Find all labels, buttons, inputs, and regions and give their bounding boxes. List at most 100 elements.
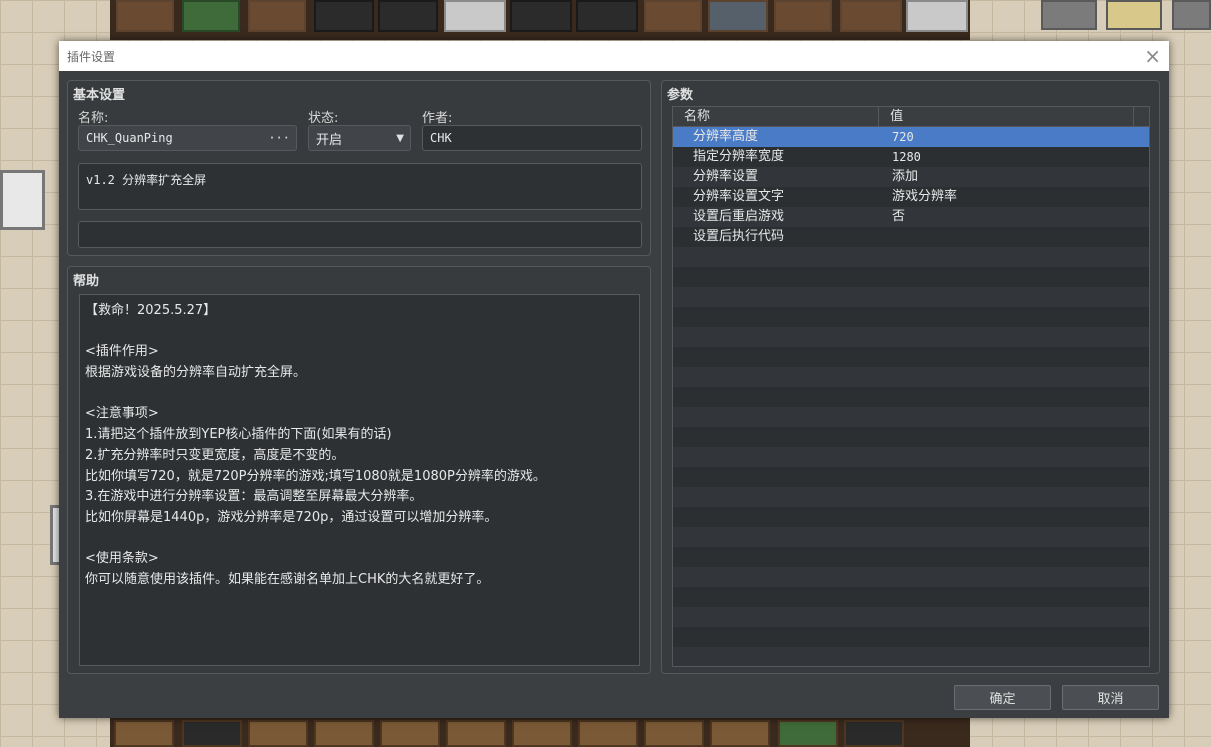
table-row-empty (673, 607, 1149, 627)
bg-tile (708, 0, 768, 32)
table-row-empty (673, 487, 1149, 507)
ok-button[interactable]: 确定 (954, 685, 1051, 710)
group-title-params: 参数 (667, 88, 694, 103)
bg-tile (182, 720, 242, 747)
bg-shelf (314, 720, 374, 747)
status-dropdown[interactable]: 开启 ▼ (308, 125, 411, 151)
table-row-empty (673, 567, 1149, 587)
param-name: 分辨率高度 (693, 129, 759, 144)
bg-tile (114, 720, 174, 747)
table-row-empty (673, 647, 1149, 666)
bg-tile (116, 0, 174, 32)
bg-shelf (644, 720, 704, 747)
help-line (85, 322, 634, 343)
table-row-empty (673, 587, 1149, 607)
help-line: 2.扩充分辨率时只变更宽度，高度是不变的。 (85, 447, 345, 463)
col-header-spacer (1134, 107, 1149, 126)
bg-tile (314, 0, 374, 32)
bg-tile (1041, 0, 1097, 30)
help-line: 你可以随意使用该插件。如果能在感谢名单加上CHK的大名就更好了。 (85, 571, 490, 587)
table-row[interactable]: 设置后重启游戏 否 (673, 207, 1149, 227)
table-row-empty (673, 627, 1149, 647)
group-title-help: 帮助 (73, 274, 100, 289)
help-line (85, 529, 634, 550)
table-row-empty (673, 407, 1149, 427)
help-text-area[interactable]: 【救命！2025.5.27】 <插件作用> 根据游戏设备的分辨率自动扩充全屏。 … (79, 294, 640, 666)
dialog-titlebar: 插件设置 × (59, 41, 1169, 71)
plugin-name-value: CHK_QuanPing (86, 131, 173, 145)
help-line: 1.请把这个插件放到YEP核心插件的下面(如果有的话) (85, 427, 392, 443)
table-row-empty (673, 427, 1149, 447)
help-line: 【救命！2025.5.27】 (85, 303, 217, 318)
table-row[interactable]: 指定分辨率宽度 1280 (673, 147, 1149, 167)
bg-tile (510, 0, 572, 32)
status-label: 状态: (308, 111, 339, 126)
description-value: v1.2 分辨率扩充全屏 (86, 173, 207, 187)
bg-tile (644, 0, 702, 32)
table-row-empty (673, 287, 1149, 307)
bg-shelf (380, 720, 440, 747)
param-name: 分辨率设置文字 (693, 189, 785, 204)
params-table-header: 名称 值 (673, 107, 1149, 127)
params-group: 参数 名称 值 分辨率高度 720 指定分辨率宽度 1280 分辨率设置 添加 (661, 80, 1160, 674)
table-row-empty (673, 547, 1149, 567)
bg-tile (378, 0, 438, 32)
bg-tile (444, 0, 506, 32)
author-value: CHK (430, 131, 452, 145)
dialog-title: 插件设置 (67, 49, 116, 64)
extra-field[interactable] (78, 221, 642, 248)
param-value (880, 227, 892, 247)
bg-tile (1172, 0, 1211, 30)
help-group: 帮助 【救命！2025.5.27】 <插件作用> 根据游戏设备的分辨率自动扩充全… (67, 266, 651, 674)
bg-tile (906, 0, 968, 32)
plugin-name-select[interactable]: CHK_QuanPing ··· (78, 125, 297, 151)
bg-shelf (578, 720, 638, 747)
table-row[interactable]: 分辨率高度 720 (673, 127, 1149, 147)
close-icon[interactable]: × (1144, 46, 1161, 66)
bg-shelf (710, 720, 770, 747)
bg-side-panel (0, 170, 45, 230)
help-line: 比如你屏幕是1440p，游戏分辨率是720p，通过设置可以增加分辨率。 (85, 509, 498, 525)
bg-tile (248, 0, 306, 32)
bg-tile (778, 720, 838, 747)
table-row-empty (673, 387, 1149, 407)
table-row-empty (673, 307, 1149, 327)
help-line: 3.在游戏中进行分辨率设置：最高调整至屏幕最大分辨率。 (85, 489, 423, 505)
description-field[interactable]: v1.2 分辨率扩充全屏 (78, 163, 642, 210)
name-label: 名称: (78, 111, 109, 126)
table-row[interactable]: 设置后执行代码 (673, 227, 1149, 247)
cancel-button[interactable]: 取消 (1062, 685, 1159, 710)
author-label: 作者: (422, 111, 453, 126)
plugin-settings-dialog: 插件设置 × 基本设置 名称: 状态: 作者: CHK_QuanPing ···… (59, 41, 1169, 718)
bg-shelf (446, 720, 506, 747)
help-line (85, 384, 634, 405)
table-row-empty (673, 327, 1149, 347)
param-value: 添加 (892, 169, 919, 184)
bg-shelf (512, 720, 572, 747)
help-line: <插件作用> (85, 344, 159, 360)
dropdown-arrow-icon: ▼ (396, 132, 404, 144)
bg-tile (182, 0, 240, 32)
table-row-empty (673, 367, 1149, 387)
table-row-empty (673, 447, 1149, 467)
bg-tile (774, 0, 832, 32)
col-header-value[interactable]: 值 (879, 107, 1135, 126)
param-value: 游戏分辨率 (892, 189, 958, 204)
param-name: 指定分辨率宽度 (693, 149, 785, 164)
bg-tile (844, 720, 904, 747)
help-line: 根据游戏设备的分辨率自动扩充全屏。 (85, 365, 307, 381)
col-header-name[interactable]: 名称 (673, 107, 880, 126)
help-line: 比如你填写720，就是720P分辨率的游戏;填写1080就是1080P分辨率的游… (85, 468, 546, 484)
author-field[interactable]: CHK (422, 125, 642, 151)
ellipsis-icon: ··· (268, 131, 290, 145)
param-value: 否 (892, 209, 906, 224)
param-name: 分辨率设置 (693, 169, 759, 184)
table-row[interactable]: 分辨率设置文字 游戏分辨率 (673, 187, 1149, 207)
table-row-empty (673, 527, 1149, 547)
help-line: <注意事项> (85, 406, 159, 422)
param-name: 设置后执行代码 (693, 229, 785, 244)
help-line: <使用条款> (85, 551, 159, 567)
table-row-empty (673, 347, 1149, 367)
table-row[interactable]: 分辨率设置 添加 (673, 167, 1149, 187)
param-name: 设置后重启游戏 (693, 209, 785, 224)
